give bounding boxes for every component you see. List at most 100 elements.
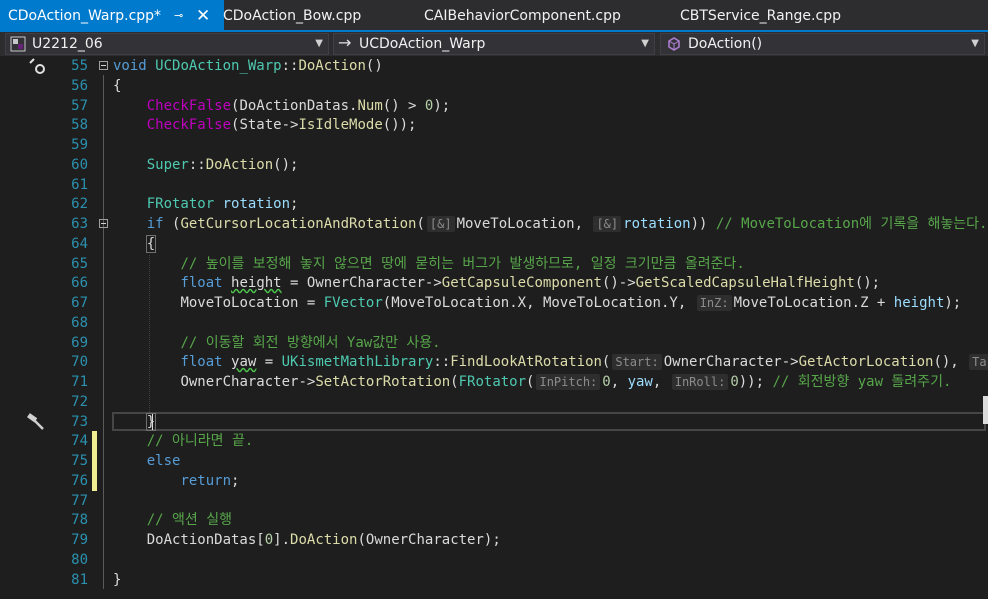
code-token: ()->	[601, 275, 636, 292]
code-token: ();	[273, 156, 299, 173]
code-line[interactable]: 72	[0, 392, 988, 412]
chevron-down-icon: ▼	[971, 38, 979, 49]
code-token: State	[239, 117, 282, 134]
code-token: IsIdleMode	[298, 117, 383, 134]
code-text: else	[113, 451, 181, 471]
member-dropdown[interactable]: DoAction() ▼	[660, 33, 985, 55]
code-token: =	[256, 354, 282, 371]
code-token: (	[357, 532, 366, 548]
code-token: DoActionDatas	[146, 532, 257, 548]
code-line[interactable]: 64 {	[0, 234, 988, 254]
code-token: ,	[574, 216, 592, 232]
code-token: X	[517, 295, 527, 311]
tab-cdoaction-warp[interactable]: CDoAction_Warp.cpp* ⊸ ✕	[0, 0, 224, 30]
code-text: {	[113, 76, 121, 96]
line-number: 66	[71, 275, 88, 292]
code-editor[interactable]: 55 void UCDoAction_Warp::DoAction() 56{57 …	[0, 56, 988, 599]
code-line[interactable]: 76 return;	[0, 470, 988, 491]
project-dropdown[interactable]: U2212_06 ▼	[5, 33, 329, 55]
line-number: 57	[71, 97, 88, 114]
line-number: 59	[71, 137, 88, 153]
line-number: 62	[71, 196, 88, 213]
code-line[interactable]: 65 // 높이를 보정해 놓지 않으면 땅에 묻히는 버그가 발생하므로, 일…	[0, 254, 988, 274]
code-text: CheckFalse(DoActionDatas.Num() > 0);	[113, 96, 451, 116]
code-line[interactable]: 81}	[0, 570, 988, 590]
collapse-icon[interactable]	[99, 61, 108, 70]
code-text: DoActionDatas[0].DoAction(OwnerCharacter…	[113, 530, 501, 550]
code-line[interactable]: 73 }	[0, 412, 988, 432]
scrollbar-thumb[interactable]	[983, 396, 988, 424]
code-token: Num	[357, 97, 383, 114]
code-token: rotation	[623, 216, 691, 232]
tab-cbtservice-range[interactable]: CBTService_Range.cpp	[680, 0, 841, 30]
code-text: float yaw = UKismetMathLibrary::FindLook…	[113, 352, 988, 372]
code-token: MoveToLocation	[733, 295, 852, 311]
scope-dropdown[interactable]: → UCDoAction_Warp ▼	[333, 33, 655, 55]
code-token: );	[483, 532, 501, 548]
line-number: 79	[71, 532, 88, 548]
tab-caibehaviorcomponent[interactable]: CAIBehaviorComponent.cpp	[424, 0, 621, 30]
code-line[interactable]: 57 CheckFalse(DoActionDatas.Num() > 0);	[0, 96, 988, 116]
line-number: 77	[71, 492, 88, 509]
code-token: yaw	[231, 354, 257, 371]
code-token: 0	[730, 374, 739, 390]
code-line[interactable]: 62 FRotator rotation;	[0, 194, 988, 214]
pin-icon[interactable]: ⊸	[174, 0, 183, 32]
code-comment: // 액션 실행	[146, 512, 232, 529]
code-token: (	[416, 216, 425, 232]
code-line[interactable]: 61	[0, 175, 988, 195]
code-line[interactable]: 60 Super::DoAction();	[0, 155, 988, 175]
code-token: );	[944, 295, 962, 311]
code-line[interactable]: 70 float yaw = UKismetMathLibrary::FindL…	[0, 352, 988, 372]
code-token: height	[893, 295, 945, 311]
code-token: MoveToLocation	[456, 216, 575, 232]
code-line[interactable]: 56 {	[0, 76, 988, 96]
code-line[interactable]: 80	[0, 550, 988, 570]
code-token: float	[180, 275, 223, 292]
code-text: {	[113, 234, 157, 254]
code-line[interactable]: 71 OwnerCharacter->SetActorRotation(FRot…	[0, 372, 988, 392]
code-token: (	[450, 374, 459, 390]
code-token: Y	[669, 295, 678, 311]
code-line[interactable]: 74 // 아니라면 끝.	[0, 431, 988, 452]
code-line[interactable]: 55 void UCDoAction_Warp::DoAction()	[0, 56, 988, 76]
code-token: void	[113, 58, 147, 74]
code-text: }	[113, 412, 157, 432]
code-token: ();	[854, 275, 881, 292]
collapse-icon[interactable]	[99, 219, 108, 228]
code-token: OwnerCharacter	[180, 374, 299, 390]
code-line[interactable]: 77	[0, 491, 988, 511]
code-line[interactable]: 79 DoActionDatas[0].DoAction(OwnerCharac…	[0, 530, 988, 550]
code-token: FVector	[323, 295, 383, 311]
code-token: Z	[860, 295, 869, 311]
code-line[interactable]: 75 else	[0, 451, 988, 471]
code-token: if	[146, 216, 164, 232]
code-token: GetCursorLocationAndRotation	[180, 216, 417, 232]
code-line[interactable]: 68	[0, 313, 988, 333]
project-name: U2212_06	[32, 36, 103, 52]
code-line[interactable]: 69 // 이동할 회전 방향에서 Yaw값만 사용.	[0, 333, 988, 353]
line-number: 67	[71, 295, 88, 311]
code-text: return;	[113, 471, 239, 491]
code-line[interactable]: 59	[0, 135, 988, 155]
code-token: ,	[677, 295, 695, 311]
code-token: ;	[231, 472, 240, 489]
code-token: ->	[781, 354, 799, 371]
code-line[interactable]: 67 MoveToLocation = FVector(MoveToLocati…	[0, 293, 988, 313]
code-token: ));	[738, 374, 765, 390]
code-line[interactable]: 66 float height = OwnerCharacter->GetCap…	[0, 273, 988, 293]
line-number: 73	[71, 413, 88, 430]
code-line[interactable]: 63 if (GetCursorLocationAndRotation([&] M…	[0, 214, 988, 234]
code-token: {	[113, 77, 122, 94]
close-icon[interactable]: ✕	[196, 0, 210, 32]
code-line[interactable]: 78 // 액션 실행	[0, 510, 988, 530]
code-token: ->	[424, 275, 442, 292]
tab-cdoaction-bow[interactable]: CDoAction_Bow.cpp	[223, 0, 361, 30]
code-line[interactable]: 58 CheckFalse(State->IsIdleMode());	[0, 115, 988, 135]
